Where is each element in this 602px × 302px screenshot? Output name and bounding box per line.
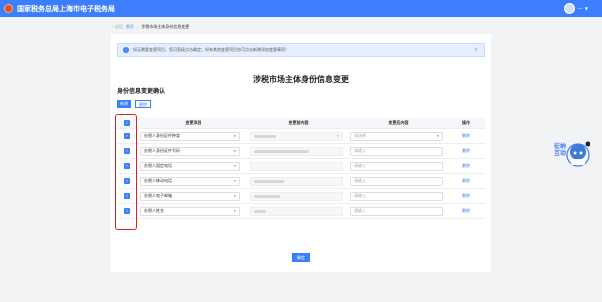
before-value: [250, 176, 343, 186]
table-row: ✓ 办税人身份证件种类 ▼ ▼ 请选择 ▼ 删除: [117, 129, 485, 144]
table-row: ✓ 办税人电子邮箱 ▼ 请输入 删除: [117, 189, 485, 204]
delete-button[interactable]: 删除: [135, 100, 151, 108]
chevron-down-icon: ▼: [233, 149, 236, 153]
row-delete-link[interactable]: 删除: [462, 133, 470, 138]
after-input[interactable]: 请输入: [350, 191, 443, 201]
info-icon: i: [123, 47, 129, 53]
after-select[interactable]: 请选择 ▼: [350, 131, 443, 141]
main-card: i 如无需要变更项目，您可直接点击确定；如有其他变更项目也可点击新增添加变更事项…: [111, 34, 491, 272]
item-select[interactable]: 办税人电子邮箱 ▼: [140, 191, 240, 201]
item-select[interactable]: 办税人姓名 ▼: [140, 206, 240, 216]
close-icon[interactable]: ×: [474, 47, 478, 53]
item-select[interactable]: 办税人移动电话 ▼: [140, 176, 240, 186]
chevron-down-icon: ▼: [233, 194, 236, 198]
change-table: ✓ 变更项目 变更前内容 变更后内容 操作 ✓ 办税人身份证件种类 ▼ ▼ 请选择…: [117, 118, 485, 219]
after-input[interactable]: 请输入: [350, 146, 443, 156]
back-link[interactable]: ‹ 返回: [112, 24, 123, 30]
back-label[interactable]: 返回: [115, 24, 123, 29]
table-row: ✓ 办税人身份证件号码 ▼ 请输入 删除: [117, 144, 485, 159]
section-title: 身份信息变更确认: [117, 88, 166, 95]
chevron-down-icon: ▼: [233, 134, 236, 138]
table-header: ✓ 变更项目 变更前内容 变更后内容 操作: [117, 118, 485, 129]
chevron-down-icon: ▼: [233, 179, 236, 183]
top-bar: 国家税务总局上海市电子税务局 --- ▼: [0, 0, 602, 17]
highlight-annotation: [115, 114, 137, 230]
breadcrumb: ‹ 返回 首页 / 涉税市场主体身份信息变更: [112, 22, 189, 32]
header-after: 变更后内容: [388, 120, 409, 125]
row-delete-link[interactable]: 删除: [462, 148, 470, 153]
header-item: 变更项目: [185, 120, 202, 125]
header-op: 操作: [462, 120, 470, 125]
table-row: ✓ 办税人姓名 ▼ 请输入 删除: [117, 204, 485, 219]
row-delete-link[interactable]: 删除: [462, 193, 470, 198]
item-select[interactable]: 办税人固定电话 ▼: [140, 161, 240, 171]
before-value: ▼: [250, 131, 343, 141]
before-value: [250, 161, 343, 171]
mascot-widget[interactable]: 征纳互动: [554, 138, 591, 178]
breadcrumb-home[interactable]: 首页: [126, 24, 134, 30]
before-value: [250, 206, 343, 216]
item-select[interactable]: 办税人身份证件种类 ▼: [140, 131, 240, 141]
after-input[interactable]: 请输入: [350, 206, 443, 216]
add-button[interactable]: 新增: [117, 100, 131, 108]
breadcrumb-current: 涉税市场主体身份信息变更: [141, 24, 190, 29]
notice-banner: i 如无需要变更项目，您可直接点击确定；如有其他变更项目也可点击新增添加变更事项…: [117, 43, 485, 57]
confirm-button[interactable]: 确定: [292, 253, 310, 262]
table-row: ✓ 办税人移动电话 ▼ 请输入 删除: [117, 174, 485, 189]
row-delete-link[interactable]: 删除: [462, 178, 470, 183]
app-title: 国家税务总局上海市电子税务局: [17, 4, 115, 13]
after-input[interactable]: 请输入: [350, 161, 443, 171]
breadcrumb-separator: /: [136, 24, 139, 30]
chevron-down-icon: ▼: [233, 164, 236, 168]
chevron-down-icon[interactable]: ▼: [585, 6, 588, 11]
mascot-text[interactable]: 征纳互动: [554, 143, 568, 157]
tax-emblem-icon: [4, 4, 13, 13]
header-before: 变更前内容: [288, 120, 309, 125]
page-title: 涉税市场主体身份信息变更: [253, 75, 349, 84]
table-row: ✓ 办税人固定电话 ▼ 请输入 删除: [117, 159, 485, 174]
user-name[interactable]: ---: [578, 6, 583, 12]
user-menu[interactable]: --- ▼: [563, 3, 588, 14]
item-select[interactable]: 办税人身份证件号码 ▼: [140, 146, 240, 156]
before-value: [250, 191, 343, 201]
row-delete-link[interactable]: 删除: [462, 163, 470, 168]
before-value: [250, 146, 343, 156]
avatar[interactable]: [563, 3, 575, 14]
after-input[interactable]: 请输入: [350, 176, 443, 186]
row-delete-link[interactable]: 删除: [462, 208, 470, 213]
notice-text: 如无需要变更项目，您可直接点击确定；如有其他变更项目也可点击新增添加变更事项！: [133, 47, 289, 52]
chevron-down-icon: ▼: [233, 209, 236, 213]
